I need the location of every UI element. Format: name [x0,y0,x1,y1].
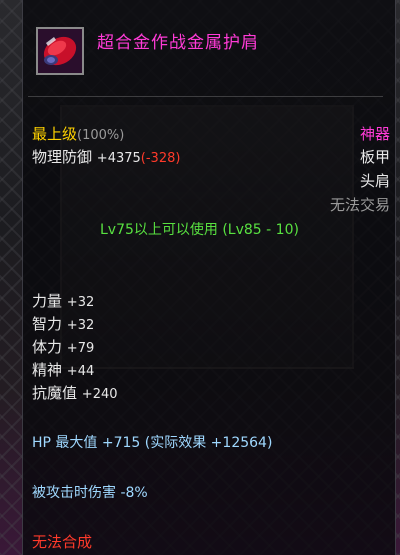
rarity-label: 神器 [359,125,390,143]
stat-value: +240 [81,387,118,402]
stat-intelligence: 智力 +32 [32,313,94,334]
stat-name: 智力 [32,315,63,333]
item-name: 超合金作战金属护肩 [97,33,259,53]
stat-spirit: 精神 +44 [32,359,94,380]
armor-type: 板甲 [359,148,390,166]
stat-value: +44 [66,364,95,379]
item-tooltip [22,0,396,555]
level-requirement: Lv75以上可以使用 (Lv85 - 10) [100,222,299,238]
stat-name: 力量 [32,292,63,310]
grade-row: 最上级(100%) [32,123,124,144]
stat-value: +32 [66,295,95,310]
stat-value: +32 [66,318,95,333]
stat-value: +79 [66,341,95,356]
stat-strength: 力量 +32 [32,290,94,311]
stat-name: 抗魔值 [32,384,78,402]
red-shoulder-armor-icon [36,27,84,75]
stat-name: 精神 [32,361,63,379]
grade-percent: (100%) [77,128,125,143]
divider [28,96,383,97]
stat-vitality: 体力 +79 [32,336,94,357]
trade-status: 无法交易 [329,196,390,214]
defense-diff: (-328) [140,151,181,166]
equip-slot: 头肩 [359,172,390,190]
stat-magic-resist: 抗魔值 +240 [32,382,118,403]
defense-value: +4375 [96,151,141,166]
damage-reduction: 被攻击时伤害 -8% [32,485,148,501]
defense-label: 物理防御 [32,148,93,166]
fusion-status: 无法合成 [32,533,93,551]
hp-bonus: HP 最大值 +715 (实际效果 +12564) [32,435,273,451]
stat-name: 体力 [32,338,63,356]
grade-label: 最上级 [32,125,78,143]
defense-row: 物理防御 +4375(-328) [32,146,180,167]
